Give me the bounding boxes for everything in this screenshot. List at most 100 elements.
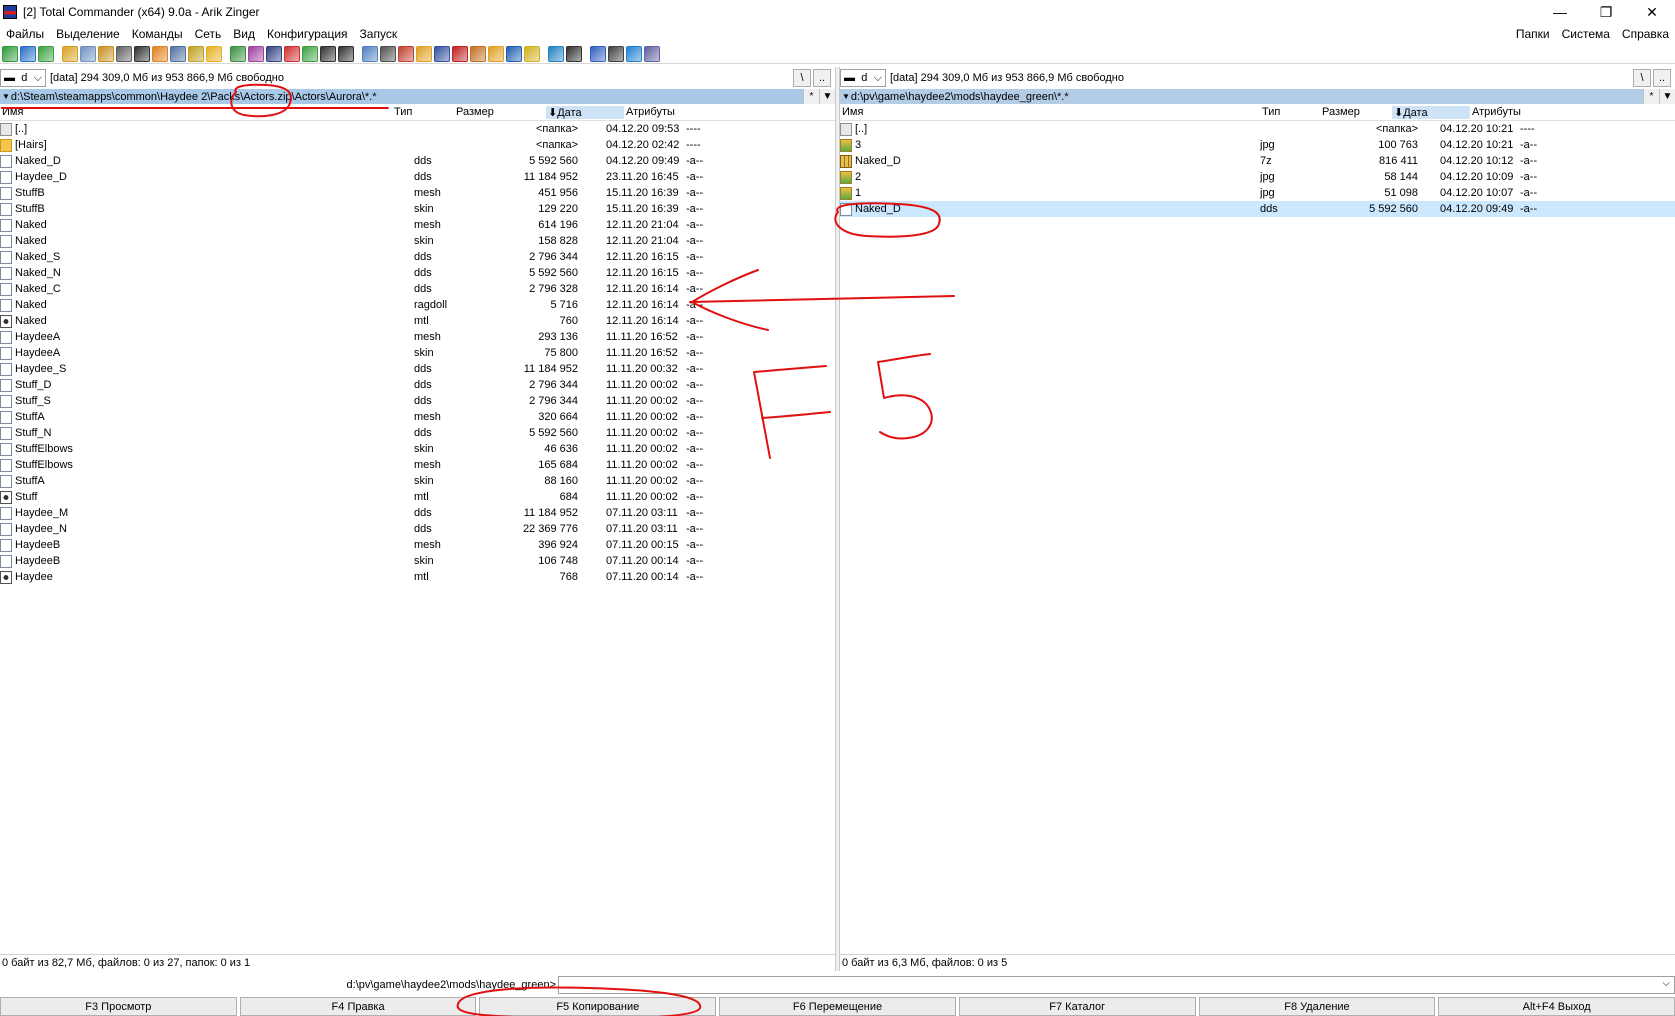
file-row[interactable]: Naked mtl 760 12.11.20 16:14 -a-- <box>0 313 835 329</box>
toolbar-button-icon[interactable] <box>524 45 540 62</box>
toolbar-button-icon[interactable] <box>626 45 642 62</box>
right-file-list[interactable]: [..] <папка> 04.12.20 10:21 ---- 3 jpg 100 763… <box>840 121 1675 217</box>
left-up-button[interactable]: .. <box>813 69 831 87</box>
menu-right-item-0[interactable]: Папки <box>1510 27 1556 41</box>
col-type[interactable]: Тип <box>392 106 454 118</box>
col-attr[interactable]: Атрибуты <box>1470 106 1590 118</box>
toolbar-button-icon[interactable] <box>188 45 204 62</box>
right-root-button[interactable]: \ <box>1633 69 1651 87</box>
fkey-button-1[interactable]: F4 Правка <box>239 997 477 1016</box>
file-row[interactable]: Stuff_S dds 2 796 344 11.11.20 00:02 -a-- <box>0 393 835 409</box>
toolbar-button-icon[interactable] <box>62 45 78 62</box>
fkey-button-5[interactable]: F8 Удаление <box>1198 997 1436 1016</box>
toolbar-button-icon[interactable] <box>398 45 414 62</box>
toolbar-button-icon[interactable] <box>38 45 54 62</box>
file-row[interactable]: Naked_D dds 5 592 560 04.12.20 09:49 -a-- <box>0 153 835 169</box>
file-row[interactable]: StuffB skin 129 220 15.11.20 16:39 -a-- <box>0 201 835 217</box>
right-up-button[interactable]: .. <box>1653 69 1671 87</box>
col-date[interactable]: ⬇Дата <box>1392 105 1470 119</box>
file-row[interactable]: Haydee_N dds 22 369 776 07.11.20 03:11 -a-- <box>0 521 835 537</box>
file-row[interactable]: Stuff_N dds 5 592 560 11.11.20 00:02 -a-- <box>0 425 835 441</box>
file-row[interactable]: Naked_N dds 5 592 560 12.11.20 16:15 -a-- <box>0 265 835 281</box>
file-row[interactable]: StuffB mesh 451 956 15.11.20 16:39 -a-- <box>0 185 835 201</box>
col-name[interactable]: Имя <box>840 106 1260 118</box>
toolbar-button-icon[interactable] <box>116 45 132 62</box>
toolbar-button-icon[interactable] <box>506 45 522 62</box>
file-row[interactable]: Naked_D 7z 816 411 04.12.20 10:12 -a-- <box>840 153 1675 169</box>
file-row[interactable]: HaydeeA mesh 293 136 11.11.20 16:52 -a-- <box>0 329 835 345</box>
fkey-button-2[interactable]: F5 Копирование <box>479 997 717 1016</box>
file-row[interactable]: Haydee_S dds 11 184 952 11.11.20 00:32 -a-- <box>0 361 835 377</box>
right-panel[interactable]: ▬ d ⌵ [data] 294 309,0 Мб из 953 866,9 М… <box>840 67 1675 971</box>
toolbar-button-icon[interactable] <box>644 45 660 62</box>
right-hotlist-button[interactable]: ▼ <box>1659 89 1675 104</box>
left-file-list[interactable]: [..] <папка> 04.12.20 09:53 ---- [Hairs] <пап… <box>0 121 835 585</box>
menu-item-0[interactable]: Файлы <box>0 27 50 41</box>
menu-item-3[interactable]: Сеть <box>189 27 228 41</box>
file-row[interactable]: [..] <папка> 04.12.20 10:21 ---- <box>840 121 1675 137</box>
left-root-button[interactable]: \ <box>793 69 811 87</box>
toolbar-button-icon[interactable] <box>452 45 468 62</box>
col-attr[interactable]: Атрибуты <box>624 106 744 118</box>
toolbar-button-icon[interactable] <box>566 45 582 62</box>
toolbar-button-icon[interactable] <box>434 45 450 62</box>
toolbar-button-icon[interactable] <box>284 45 300 62</box>
toolbar-button-icon[interactable] <box>80 45 96 62</box>
toolbar-button-icon[interactable] <box>206 45 222 62</box>
toolbar-button-icon[interactable] <box>548 45 564 62</box>
fkey-button-0[interactable]: F3 Просмотр <box>0 997 237 1016</box>
close-button[interactable]: ✕ <box>1629 0 1675 24</box>
left-path-bar[interactable]: ▼ d:\Steam\steamapps\common\Haydee 2\Pac… <box>0 89 835 104</box>
toolbar-button-icon[interactable] <box>416 45 432 62</box>
file-row[interactable]: StuffA mesh 320 664 11.11.20 00:02 -a-- <box>0 409 835 425</box>
col-name[interactable]: Имя <box>0 106 392 118</box>
file-row[interactable]: HaydeeA skin 75 800 11.11.20 16:52 -a-- <box>0 345 835 361</box>
right-drive-select[interactable]: ▬ d ⌵ <box>840 69 886 87</box>
left-history-button[interactable]: * <box>803 89 819 104</box>
toolbar-button-icon[interactable] <box>134 45 150 62</box>
menu-item-4[interactable]: Вид <box>227 27 261 41</box>
minimize-button[interactable]: — <box>1537 0 1583 24</box>
chevron-down-icon[interactable]: ⌵ <box>1662 978 1670 989</box>
file-row[interactable]: Naked ragdoll 5 716 12.11.20 16:14 -a-- <box>0 297 835 313</box>
menu-item-6[interactable]: Запуск <box>354 27 404 41</box>
toolbar-button-icon[interactable] <box>248 45 264 62</box>
menu-item-5[interactable]: Конфигурация <box>261 27 354 41</box>
file-row[interactable]: Stuff mtl 684 11.11.20 00:02 -a-- <box>0 489 835 505</box>
toolbar-button-icon[interactable] <box>338 45 354 62</box>
file-row[interactable]: StuffA skin 88 160 11.11.20 00:02 -a-- <box>0 473 835 489</box>
left-drive-select[interactable]: ▬ d ⌵ <box>0 69 46 87</box>
file-row[interactable]: Naked_C dds 2 796 328 12.11.20 16:14 -a-- <box>0 281 835 297</box>
toolbar-button-icon[interactable] <box>98 45 114 62</box>
right-history-button[interactable]: * <box>1643 89 1659 104</box>
file-row[interactable]: Haydee_D dds 11 184 952 23.11.20 16:45 -a-- <box>0 169 835 185</box>
file-row[interactable]: 3 jpg 100 763 04.12.20 10:21 -a-- <box>840 137 1675 153</box>
toolbar-button-icon[interactable] <box>230 45 246 62</box>
col-size[interactable]: Размер <box>1320 106 1392 118</box>
toolbar-button-icon[interactable] <box>590 45 606 62</box>
left-hotlist-button[interactable]: ▼ <box>819 89 835 104</box>
col-date[interactable]: ⬇Дата <box>546 105 624 119</box>
file-row[interactable]: StuffElbows skin 46 636 11.11.20 00:02 -a-- <box>0 441 835 457</box>
file-row[interactable]: [Hairs] <папка> 04.12.20 02:42 ---- <box>0 137 835 153</box>
file-row[interactable]: Haydee mtl 768 07.11.20 00:14 -a-- <box>0 569 835 585</box>
menu-item-2[interactable]: Команды <box>126 27 189 41</box>
toolbar-button-icon[interactable] <box>170 45 186 62</box>
toolbar-button-icon[interactable] <box>470 45 486 62</box>
file-row[interactable]: Naked_D dds 5 592 560 04.12.20 09:49 -a-- <box>840 201 1675 217</box>
toolbar-button-icon[interactable] <box>362 45 378 62</box>
fkey-button-3[interactable]: F6 Перемещение <box>719 997 956 1016</box>
menu-right-item-1[interactable]: Система <box>1556 27 1616 41</box>
col-size[interactable]: Размер <box>454 106 546 118</box>
toolbar-button-icon[interactable] <box>20 45 36 62</box>
toolbar-button-icon[interactable] <box>380 45 396 62</box>
toolbar-button-icon[interactable] <box>320 45 336 62</box>
file-row[interactable]: Stuff_D dds 2 796 344 11.11.20 00:02 -a-- <box>0 377 835 393</box>
file-row[interactable]: HaydeeB mesh 396 924 07.11.20 00:15 -a-- <box>0 537 835 553</box>
file-row[interactable]: Naked mesh 614 196 12.11.20 21:04 -a-- <box>0 217 835 233</box>
toolbar-button-icon[interactable] <box>488 45 504 62</box>
toolbar-button-icon[interactable] <box>266 45 282 62</box>
right-path-bar[interactable]: ▼ d:\pv\game\haydee2\mods\haydee_green\*… <box>840 89 1675 104</box>
toolbar-button-icon[interactable] <box>302 45 318 62</box>
left-panel[interactable]: ▬ d ⌵ [data] 294 309,0 Мб из 953 866,9 М… <box>0 67 835 971</box>
